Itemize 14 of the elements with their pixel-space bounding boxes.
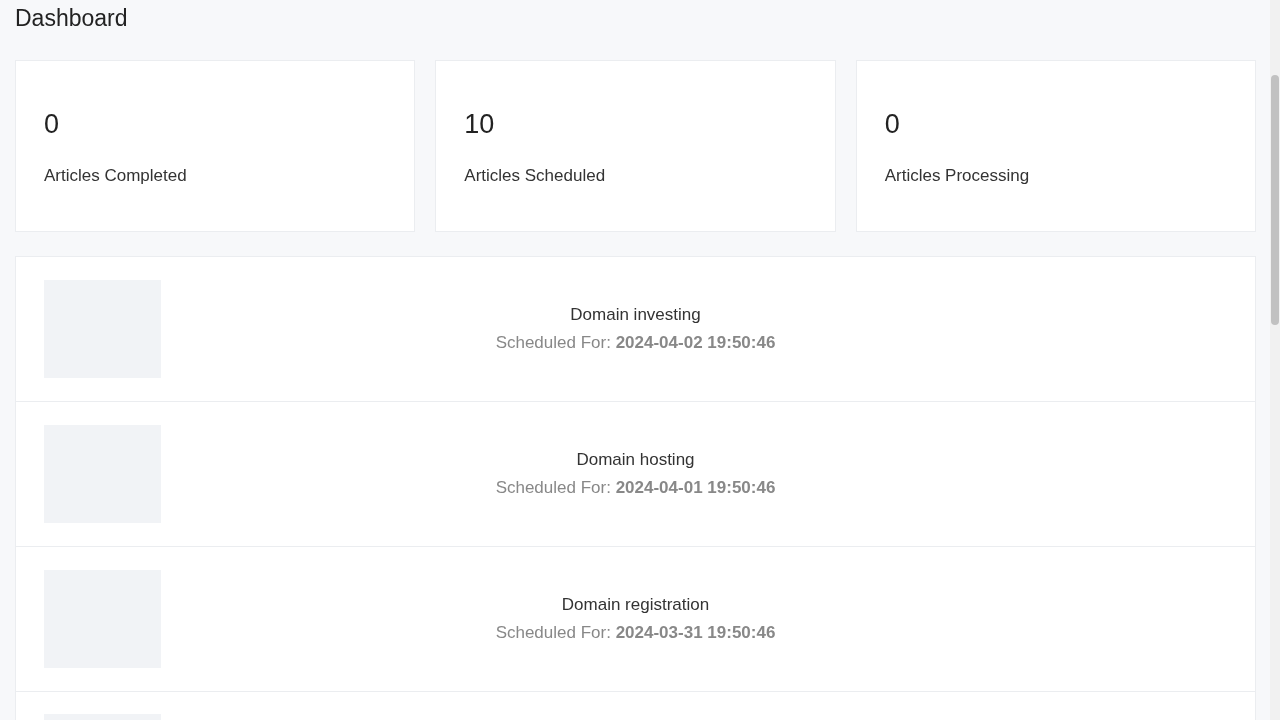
article-title: Domain hosting <box>576 450 695 470</box>
stat-value: 10 <box>464 109 495 140</box>
scrollbar[interactable] <box>1270 0 1280 720</box>
page-title: Dashboard <box>15 4 129 33</box>
article-title: Domain registration <box>561 595 710 615</box>
article-title: Domain investing <box>570 305 701 325</box>
stat-label: Articles Scheduled <box>464 166 606 186</box>
stat-label: Articles Completed <box>44 166 187 186</box>
schedule-text: Scheduled For: 2024-04-02 19:50:46 <box>495 333 776 353</box>
schedule-text: Scheduled For: 2024-04-01 19:50:46 <box>495 478 776 498</box>
stat-value: 0 <box>884 109 900 140</box>
stat-label: Articles Processing <box>884 166 1030 186</box>
schedule-text: Scheduled For: 2024-03-31 19:50:46 <box>495 623 776 643</box>
stat-value: 0 <box>44 109 60 140</box>
